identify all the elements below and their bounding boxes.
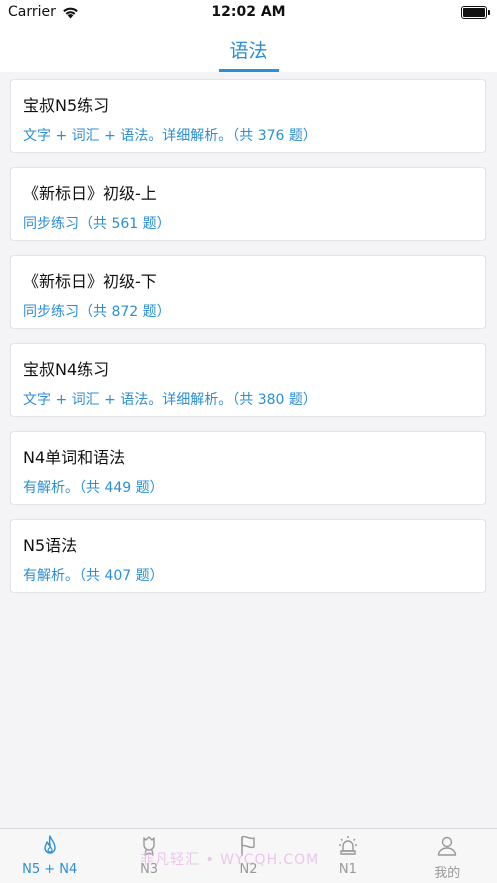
list-item[interactable]: 宝叔N4练习 文字 + 词汇 + 语法。详细解析。（共 380 题） bbox=[10, 343, 486, 417]
list-item[interactable]: 《新标日》初级-下 同步练习（共 872 题） bbox=[10, 255, 486, 329]
item-title: 宝叔N5练习 bbox=[23, 96, 110, 115]
item-subtitle: 同步练习（共 561 题） bbox=[23, 216, 171, 232]
status-time: 12:02 AM bbox=[211, 4, 286, 20]
item-subtitle: 同步练习（共 872 题） bbox=[23, 304, 171, 320]
tab-indicator bbox=[219, 69, 279, 72]
flame-icon bbox=[43, 835, 56, 854]
badge-icon bbox=[143, 836, 155, 856]
tab-label: 我的 bbox=[434, 866, 461, 881]
bottom-tab-bar: N5 + N4 N3 N2 N1 我的 bbox=[0, 828, 497, 883]
tab-label: N2 bbox=[239, 862, 258, 877]
tab-n5-n4[interactable]: N5 + N4 bbox=[0, 829, 99, 883]
tab-label: N1 bbox=[338, 862, 357, 877]
person-icon bbox=[438, 836, 457, 856]
top-tab-bar: 语法 bbox=[0, 26, 497, 72]
lamp-icon bbox=[338, 836, 357, 855]
list-item[interactable]: N4单词和语法 有解析。（共 449 题） bbox=[10, 431, 486, 505]
status-bar: Carrier 12:02 AM bbox=[0, 0, 497, 26]
tab-n2[interactable]: N2 bbox=[199, 829, 298, 883]
battery-icon bbox=[461, 6, 490, 19]
tab-label: N5 + N4 bbox=[22, 862, 78, 877]
list-item[interactable]: N5语法 有解析。（共 407 题） bbox=[10, 519, 486, 593]
item-title: 《新标日》初级-下 bbox=[23, 272, 157, 291]
list-item[interactable]: 《新标日》初级-上 同步练习（共 561 题） bbox=[10, 167, 486, 241]
tab-mine[interactable]: 我的 bbox=[398, 829, 497, 883]
tab-n3[interactable]: N3 bbox=[99, 829, 198, 883]
item-title: N5语法 bbox=[23, 536, 78, 555]
item-subtitle: 有解析。（共 407 题） bbox=[23, 568, 164, 584]
tab-label: N3 bbox=[140, 862, 159, 877]
flag-icon bbox=[241, 835, 256, 856]
tab-grammar[interactable]: 语法 bbox=[0, 36, 497, 63]
tab-n1[interactable]: N1 bbox=[298, 829, 397, 883]
list-item[interactable]: 宝叔N5练习 文字 + 词汇 + 语法。详细解析。（共 376 题） bbox=[10, 79, 486, 153]
item-subtitle: 有解析。（共 449 题） bbox=[23, 480, 164, 496]
item-subtitle: 文字 + 词汇 + 语法。详细解析。（共 380 题） bbox=[23, 392, 317, 408]
item-title: 《新标日》初级-上 bbox=[23, 184, 157, 203]
item-subtitle: 文字 + 词汇 + 语法。详细解析。（共 376 题） bbox=[23, 128, 317, 144]
item-title: 宝叔N4练习 bbox=[23, 360, 110, 379]
item-title: N4单词和语法 bbox=[23, 448, 126, 467]
